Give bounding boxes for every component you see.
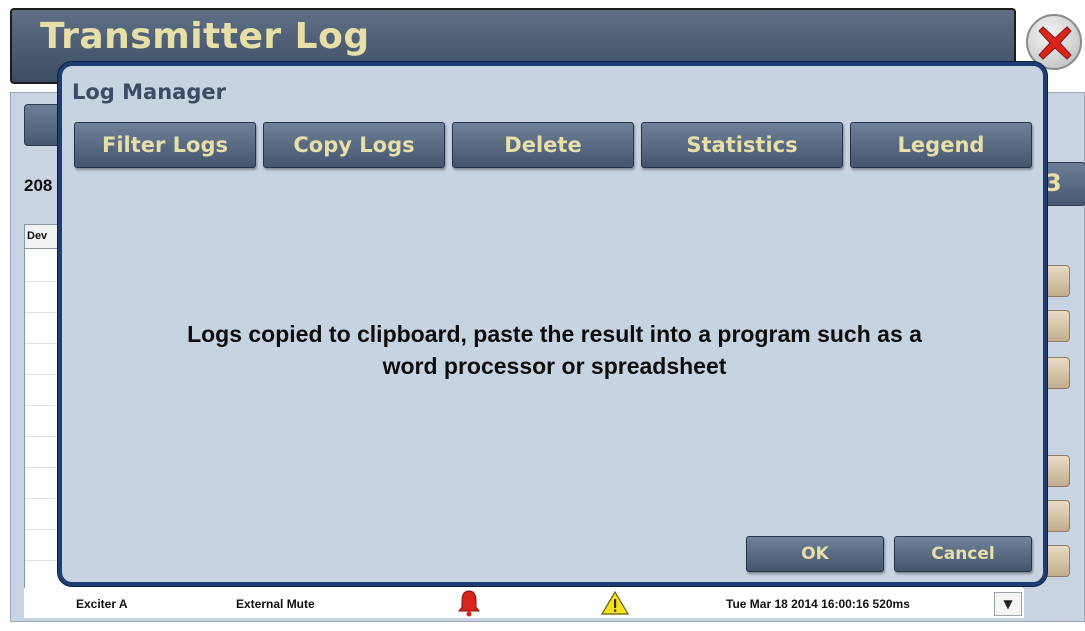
row-timestamp: Tue Mar 18 2014 16:00:16 520ms [726,597,910,611]
window-title: Transmitter Log [40,16,370,57]
dialog-title: Log Manager [72,80,226,104]
scroll-bottom-icon[interactable] [1044,545,1070,577]
statistics-button[interactable]: Statistics [641,122,843,168]
delete-button[interactable]: Delete [452,122,634,168]
row-event: External Mute [236,597,315,611]
background-button-right-label: 3 [1045,169,1062,197]
row-device: Exciter A [76,597,128,611]
page-down-icon[interactable] [1044,500,1070,532]
copy-logs-button[interactable]: Copy Logs [263,122,445,168]
message-line-1: Logs copied to clipboard, paste the resu… [187,321,922,347]
line-down-icon[interactable] [1044,455,1070,487]
column-header-device[interactable]: Dev [27,230,47,242]
message-line-2: word processor or spreadsheet [382,353,727,379]
warning-triangle-icon [600,590,630,615]
line-up-icon[interactable] [1044,357,1070,389]
page-up-icon[interactable] [1044,310,1070,342]
ok-button[interactable]: OK [746,536,884,572]
close-icon [1038,26,1072,60]
scroll-down-button[interactable]: ▼ [994,592,1022,616]
legend-button[interactable]: Legend [850,122,1032,168]
dialog-message: Logs copied to clipboard, paste the resu… [82,318,1027,382]
log-count: 208 [24,176,53,195]
cancel-button[interactable]: Cancel [894,536,1032,572]
filter-logs-button[interactable]: Filter Logs [74,122,256,168]
scroll-top-icon[interactable] [1044,265,1070,297]
bell-alarm-icon [458,590,480,617]
table-row[interactable]: Exciter A External Mute Tue Mar 18 2014 … [24,588,1024,618]
log-manager-dialog: Log Manager Filter Logs Copy Logs Delete… [58,62,1047,586]
